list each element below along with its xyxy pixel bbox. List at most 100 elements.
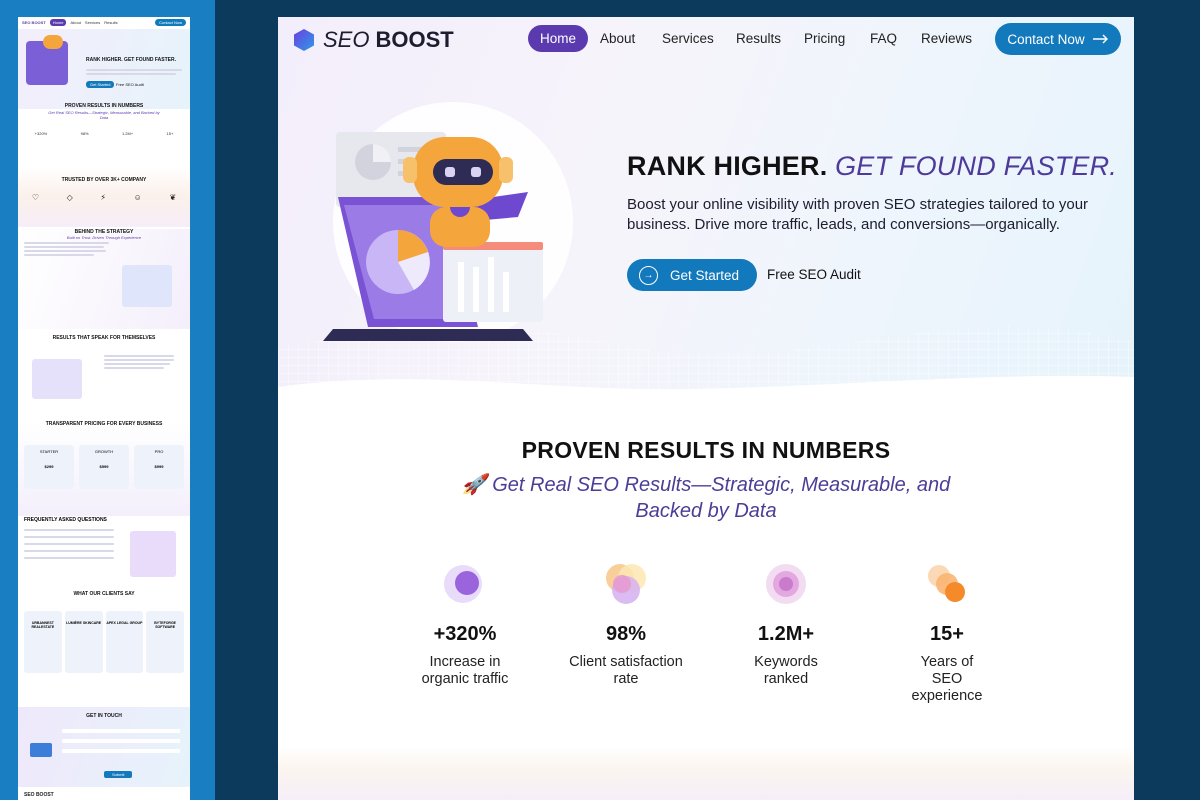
preview-clients: WHAT OUR CLIENTS SAY URBANNEST REALESTAT… (18, 591, 190, 701)
nav-results[interactable]: Results (736, 31, 781, 46)
preview-nav-about: About (70, 19, 81, 25)
stat-value: 1.2M+ (757, 623, 815, 645)
preview-free-audit: Free SEO Audit (116, 82, 144, 87)
contact-now-label: Contact Now (1007, 31, 1085, 47)
preview-strategy-illustration (122, 265, 172, 307)
navbar: SEO BOOST Home About Services Results Pr… (278, 17, 1134, 61)
preview-results-title: RESULTS THAT SPEAK FOR THEMSELVES (52, 335, 156, 341)
bolt-logo-icon: ⚡ (100, 193, 107, 202)
get-started-label: Get Started (670, 267, 740, 283)
purple-circles-icon (444, 565, 482, 603)
preview-nav-services: Services (84, 19, 101, 25)
hero-title-accent: GET FOUND FASTER. (835, 151, 1118, 181)
preview-client-2: LUMIÈRE SKINCARE (64, 611, 103, 673)
preview-nav-home: Home (49, 18, 67, 26)
preview-client-1: URBANNEST REALESTATE (24, 611, 62, 673)
target-circles-icon (766, 564, 806, 604)
diamond-logo-icon: ◇ (66, 193, 73, 202)
stats-title: PROVEN RESULTS IN NUMBERS (521, 437, 891, 463)
preview-faq-title: FREQUENTLY ASKED QUESTIONS (24, 517, 107, 523)
preview-hero-title: RANK HIGHER. GET FOUND FASTER. (86, 57, 177, 63)
preview-client-4: BYTEFORGE SOFTWARE (146, 611, 184, 673)
stat-label: Years of SEO experience (911, 654, 983, 704)
hero-description: Boost your online visibility with proven… (627, 196, 1089, 233)
contact-now-button[interactable]: Contact Now (995, 23, 1121, 55)
preview-nav-cta: Contact Now (155, 18, 186, 26)
website-page: SEO BOOST Home About Services Results Pr… (278, 17, 1134, 800)
hero-section: SEO BOOST Home About Services Results Pr… (278, 17, 1134, 407)
preview-stat-2: 98% (80, 131, 89, 136)
preview-strategy-subtitle: Built on Trust. Driven Through Experienc… (66, 235, 142, 240)
preview-get-started: Get Started (86, 81, 115, 88)
stat-value: +320% (433, 623, 497, 645)
preview-stat-row: +320% 98% 1.2M+ 15+ (18, 131, 190, 136)
preview-nav-results: Results (104, 19, 118, 25)
nav-pricing[interactable]: Pricing (804, 31, 845, 46)
stat-label: Client satisfaction rate (569, 654, 683, 687)
brand-logo[interactable]: SEO BOOST (293, 27, 454, 53)
arrow-circle-icon: → (639, 265, 658, 285)
preview-client-3: APEX LEGAL GROUP (105, 611, 144, 673)
laptop-base (323, 329, 533, 341)
orange-circles-icon (928, 565, 965, 602)
hexagon-logo-icon (294, 29, 314, 51)
preview-results-illustration (32, 359, 82, 399)
preview-plan-row: STARTER $299 GROWTH $599 PRO $999 (18, 427, 190, 489)
brand-name-part2: BOOST (375, 27, 454, 52)
preview-pricing: TRANSPARENT PRICING FOR EVERY BUSINESS S… (18, 421, 190, 516)
preview-trusted-title: TRUSTED BY OVER 3K+ COMPANY (61, 177, 147, 183)
preview-footer-brand: SEO BOOST (24, 792, 54, 798)
preview-strategy: BEHIND THE STRATEGY Built on Trust. Driv… (18, 229, 190, 329)
stat-label: Increase in organic traffic (421, 654, 509, 687)
stat-value: 98% (605, 623, 647, 645)
preview-plan-pro: PRO $999 (134, 445, 184, 489)
preview-robot-icon (43, 35, 63, 49)
preview-faq: FREQUENTLY ASKED QUESTIONS (18, 517, 190, 597)
overlap-circles-icon (606, 564, 646, 604)
preview-submit: Submit (104, 771, 133, 778)
nav-services[interactable]: Services (662, 31, 714, 46)
preview-navbar: SEO BOOST Home About Services Results Co… (18, 17, 190, 27)
preview-stat-4: 15+ (166, 131, 174, 136)
brand-name-part1: SEO (323, 27, 370, 52)
next-section-band (278, 747, 1134, 800)
arrow-right-icon (1092, 34, 1108, 44)
nav-home[interactable]: Home (528, 25, 589, 52)
stats-subtitle: 🚀 Get Real SEO Results—Strategic, Measur… (461, 474, 951, 522)
preview-plan-starter: STARTER $299 (24, 445, 74, 489)
people-logo-icon: ☺ (133, 193, 142, 202)
preview-plan-growth: GROWTH $599 (79, 445, 129, 489)
stat-label: Keywords ranked (754, 654, 818, 687)
heart-logo-icon: ♡ (31, 193, 39, 202)
preview-contact-title: GET IN TOUCH (86, 713, 122, 719)
preview-stat-1: +320% (34, 131, 48, 136)
leaf-logo-icon: ❦ (169, 193, 177, 202)
preview-card-illustration (30, 743, 52, 757)
free-seo-audit-link[interactable]: Free SEO Audit (767, 267, 861, 282)
preview-stat-3: 1.2M+ (121, 131, 134, 136)
preview-strip: SEO BOOST Home About Services Results Co… (0, 0, 215, 800)
nav-about[interactable]: About (600, 31, 635, 46)
nav-faq[interactable]: FAQ (870, 31, 897, 46)
stat-keywords-ranked: 1.2M+ Keywords ranked (716, 562, 856, 688)
preview-stats: PROVEN RESULTS IN NUMBERS Get Real SEO R… (18, 103, 190, 163)
preview-contact: GET IN TOUCH Submit (18, 707, 190, 787)
preview-brand: SEO BOOST (22, 19, 46, 25)
preview-trusted: TRUSTED BY OVER 3K+ COMPANY ♡ ◇ ⚡ ☺ ❦ (18, 167, 190, 227)
preview-client-row: URBANNEST REALESTATE LUMIÈRE SKINCARE AP… (18, 597, 190, 673)
preview-page: SEO BOOST Home About Services Results Co… (18, 17, 190, 800)
stat-value: 15+ (930, 623, 964, 645)
hero-title: RANK HIGHER. GET FOUND FASTER. (627, 151, 1117, 182)
hero-title-strong: RANK HIGHER. (627, 151, 828, 181)
preview-stats-subtitle: Get Real SEO Results—Strategic, Measurab… (48, 110, 160, 120)
preview-faq-illustration (130, 531, 176, 577)
stat-years-experience: 15+ Years of SEO experience (877, 562, 1017, 705)
stat-organic-traffic: +320% Increase in organic traffic (395, 562, 535, 688)
preview-logo-row: ♡ ◇ ⚡ ☺ ❦ (18, 193, 190, 202)
nav-reviews[interactable]: Reviews (921, 31, 972, 46)
preview-results: RESULTS THAT SPEAK FOR THEMSELVES (18, 335, 190, 425)
hero-illustration (323, 102, 573, 342)
stat-client-satisfaction: 98% Client satisfaction rate (556, 562, 696, 688)
preview-hero: RANK HIGHER. GET FOUND FASTER. Get Start… (18, 29, 190, 109)
get-started-button[interactable]: → Get Started (627, 259, 757, 291)
